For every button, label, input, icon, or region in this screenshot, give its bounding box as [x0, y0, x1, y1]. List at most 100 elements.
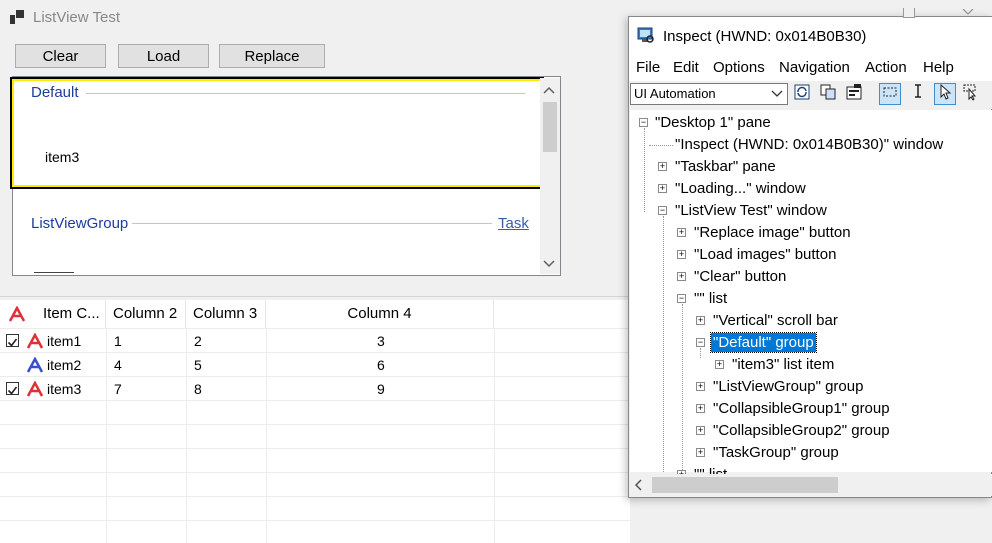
cell-value: 8: [194, 381, 202, 397]
tree-item[interactable]: "ListView Test" window: [675, 202, 827, 219]
scrollbar-thumb[interactable]: [543, 102, 557, 152]
collapse-toggle[interactable]: −: [639, 118, 648, 127]
cell-value: 4: [114, 357, 122, 373]
scroll-left-icon[interactable]: [634, 479, 644, 491]
tree-item[interactable]: "" list: [694, 290, 727, 307]
column-header-4[interactable]: Column 4: [266, 300, 494, 328]
tree-item[interactable]: "Taskbar" pane: [675, 158, 776, 175]
tree-item[interactable]: "TaskGroup" group: [713, 444, 839, 461]
inspect-titlebar: Inspect (HWND: 0x014B0B30): [629, 17, 992, 53]
text-cursor-icon[interactable]: [907, 83, 929, 105]
grid-line: [0, 520, 630, 521]
item-name[interactable]: item2: [47, 357, 81, 373]
tree-line: [663, 216, 664, 472]
group-focus-inner: [12, 79, 542, 187]
tree-item[interactable]: "Load images" button: [694, 246, 836, 263]
tree-item[interactable]: "Loading..." window: [675, 180, 806, 197]
tree-item[interactable]: "Desktop 1" pane: [655, 114, 771, 131]
grid-line: [0, 496, 630, 497]
column-header-item[interactable]: Item C...: [0, 300, 106, 328]
cell-value: 3: [377, 333, 385, 349]
inspect-app-icon: [637, 27, 654, 43]
column-label: Column 2: [113, 305, 178, 322]
expand-toggle[interactable]: +: [677, 228, 686, 237]
load-button[interactable]: Load: [118, 44, 209, 68]
tree-item[interactable]: "CollapsibleGroup1" group: [713, 400, 890, 417]
expand-toggle[interactable]: +: [696, 382, 705, 391]
tree-item[interactable]: "item3" list item: [732, 356, 834, 373]
mode-select[interactable]: UI Automation: [630, 83, 788, 105]
scroll-down-icon[interactable]: [542, 258, 556, 270]
replace-button[interactable]: Replace: [219, 44, 325, 68]
menu-edit[interactable]: Edit: [673, 59, 699, 76]
cell-value: 7: [114, 381, 122, 397]
collapse-toggle[interactable]: −: [658, 206, 667, 215]
grid-line: [0, 448, 630, 449]
cell-value: 2: [194, 333, 202, 349]
group-header-default[interactable]: Default: [31, 84, 79, 101]
expand-toggle[interactable]: +: [658, 162, 667, 171]
item1-checkbox[interactable]: [6, 334, 19, 347]
details-list[interactable]: [0, 300, 630, 543]
collapse-toggle[interactable]: −: [696, 338, 705, 347]
tree-line: [644, 128, 645, 212]
column-header-3[interactable]: Column 3: [186, 300, 266, 328]
menu-action[interactable]: Action: [865, 59, 907, 76]
letter-a-red-icon: [26, 333, 44, 349]
expand-toggle[interactable]: +: [696, 404, 705, 413]
list-item[interactable]: item3: [45, 149, 79, 165]
maximize-icon[interactable]: [903, 8, 915, 18]
scrollbar-thumb[interactable]: [652, 477, 838, 493]
letter-a-red-icon: [26, 381, 44, 397]
group-divider: [132, 223, 492, 224]
refresh-icon[interactable]: [791, 83, 813, 105]
tree-item[interactable]: "ListViewGroup" group: [713, 378, 863, 395]
group-header-listviewgroup[interactable]: ListViewGroup: [31, 215, 128, 232]
tree-item[interactable]: "Inspect (HWND: 0x014B0B30)" window: [675, 136, 943, 153]
tree-item[interactable]: "Vertical" scroll bar: [713, 312, 838, 329]
collapse-toggle[interactable]: −: [677, 294, 686, 303]
column-label: Column 4: [347, 305, 412, 322]
menu-file[interactable]: File: [636, 59, 660, 76]
item-name[interactable]: item3: [47, 381, 81, 397]
tree-item[interactable]: "Replace image" button: [694, 224, 851, 241]
expand-toggle[interactable]: +: [696, 426, 705, 435]
menu-navigation[interactable]: Navigation: [779, 59, 850, 76]
pointer-icon[interactable]: [934, 83, 956, 105]
tree-item[interactable]: "CollapsibleGroup2" group: [713, 422, 890, 439]
item-name[interactable]: item1: [47, 333, 81, 349]
expand-toggle[interactable]: +: [696, 316, 705, 325]
mode-value: UI Automation: [634, 86, 716, 101]
tree-item[interactable]: "Clear" button: [694, 268, 786, 285]
grid-line: [0, 352, 630, 353]
menu-help[interactable]: Help: [923, 59, 954, 76]
letter-a-icon: [8, 306, 26, 322]
watch-cursor-icon[interactable]: [961, 83, 983, 105]
tree-item-selected[interactable]: "Default" group: [710, 332, 817, 353]
close-icon[interactable]: [962, 9, 974, 16]
chevron-down-icon[interactable]: [771, 90, 783, 98]
tree-item[interactable]: "" list: [694, 466, 727, 474]
expand-toggle[interactable]: +: [658, 184, 667, 193]
column-header-2[interactable]: Column 2: [106, 300, 186, 328]
item3-checkbox[interactable]: [6, 382, 19, 395]
column-label: Column 3: [193, 305, 258, 322]
menu-options[interactable]: Options: [713, 59, 765, 76]
expand-toggle[interactable]: +: [696, 448, 705, 457]
tree-line: [682, 304, 683, 472]
checkmark-icon: [7, 338, 18, 347]
expand-toggle[interactable]: +: [677, 250, 686, 259]
properties-icon[interactable]: [843, 83, 865, 105]
group-task-link[interactable]: Task: [498, 215, 529, 232]
partial-item: [34, 270, 78, 274]
expand-toggle[interactable]: +: [677, 272, 686, 281]
scroll-up-icon[interactable]: [542, 84, 556, 96]
expand-toggle[interactable]: +: [715, 360, 724, 369]
clear-button[interactable]: Clear: [15, 44, 106, 68]
highlight-rect-icon[interactable]: [879, 83, 901, 105]
grid-line: [186, 328, 187, 543]
group-divider: [86, 93, 525, 94]
copy-icon[interactable]: [817, 83, 839, 105]
cell-value: 1: [114, 333, 122, 349]
grid-line: [0, 424, 630, 425]
